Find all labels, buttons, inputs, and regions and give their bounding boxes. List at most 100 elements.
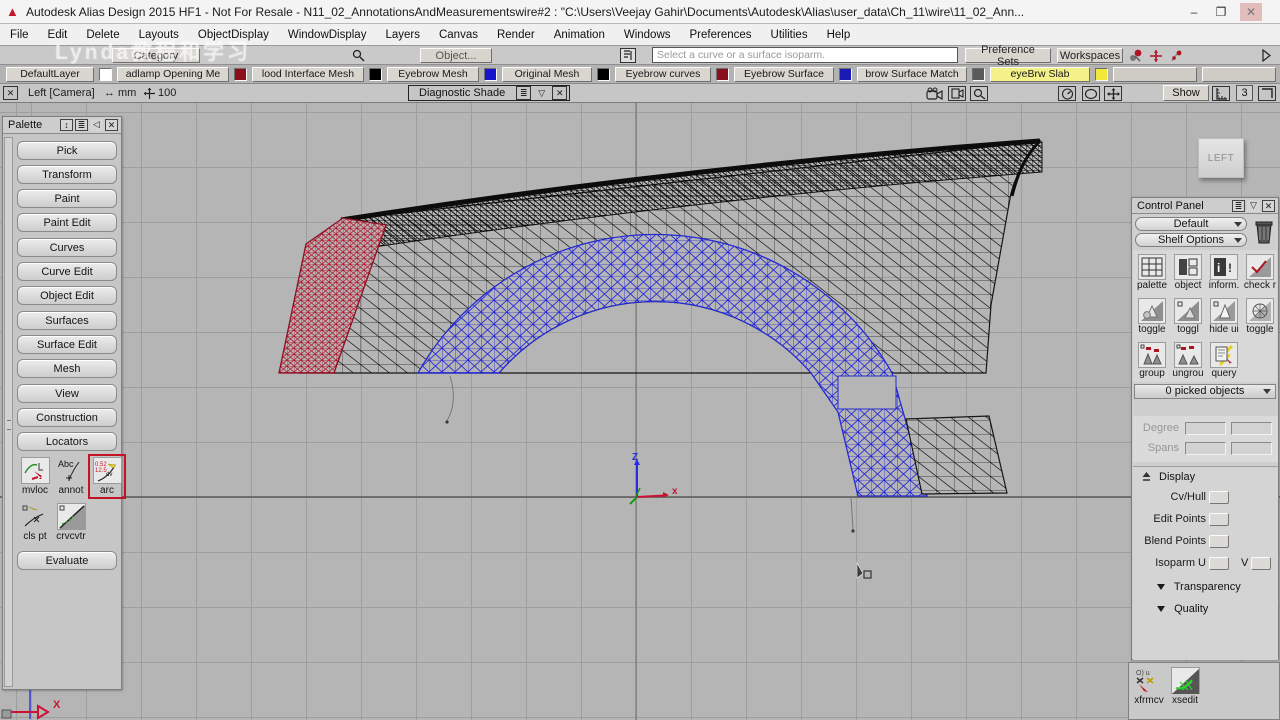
ruler-icon[interactable] <box>1212 86 1230 101</box>
quality-label[interactable]: Quality <box>1174 603 1208 615</box>
paint-tool-icon[interactable] <box>1128 48 1144 63</box>
layer-headlamp-opening[interactable]: adlamp Opening Me <box>117 66 229 82</box>
camera-box-icon[interactable] <box>948 86 966 101</box>
tool-xfrmcv[interactable]: O) u xfrmcv <box>1133 667 1165 706</box>
palette-tab-surfaces[interactable]: Surfaces <box>17 311 117 330</box>
maximize-button[interactable]: ❐ <box>1210 3 1232 21</box>
palette-tab-curve-edit[interactable]: Curve Edit <box>17 262 117 281</box>
object-lister-button[interactable]: Object... <box>420 48 492 63</box>
tool-cls-pt[interactable]: cls pt <box>19 503 51 542</box>
palette-tab-locators[interactable]: Locators <box>17 432 117 451</box>
construction-curve-left[interactable] <box>446 375 454 422</box>
shelf-options-dropdown[interactable]: Shelf Options <box>1135 233 1247 247</box>
degree-field-1[interactable] <box>1185 422 1226 435</box>
cp-dropdown-icon[interactable]: ▽ <box>1247 199 1260 212</box>
shelf-tool-toggle-mesh[interactable]: toggle <box>1243 298 1277 335</box>
shelf-tool-query[interactable]: query <box>1207 342 1241 379</box>
shelf-tool-toggle-wire[interactable]: toggl <box>1171 298 1205 335</box>
menu-render[interactable]: Render <box>497 29 535 41</box>
layer-swatch[interactable] <box>597 67 610 81</box>
layer-swatch[interactable] <box>716 67 729 81</box>
shelf-tool-toggle-shade[interactable]: toggle <box>1135 298 1169 335</box>
view-name-label[interactable]: Left [Camera] <box>28 87 95 99</box>
minimize-button[interactable]: – <box>1183 3 1205 21</box>
palette-tab-surface-edit[interactable]: Surface Edit <box>17 335 117 354</box>
menu-objectdisplay[interactable]: ObjectDisplay <box>198 29 269 41</box>
zoom-magnifier-icon[interactable] <box>970 86 988 101</box>
layer-swatch[interactable] <box>99 67 112 81</box>
menu-help[interactable]: Help <box>827 29 851 41</box>
menu-file[interactable]: File <box>10 29 29 41</box>
shelf-tool-object[interactable]: object <box>1171 254 1205 291</box>
shade-list-icon[interactable]: ≣ <box>516 86 532 100</box>
prompt-line-input[interactable]: Select a curve or a surface isoparm. <box>652 47 958 63</box>
shade-dropdown-icon[interactable]: ▽ <box>534 86 550 100</box>
pick-tool-icon[interactable] <box>1168 48 1184 63</box>
grid-move-icon[interactable] <box>140 86 158 101</box>
shade-close-icon[interactable]: ✕ <box>552 86 568 100</box>
precision-button[interactable]: 3 <box>1236 85 1253 101</box>
layer-swatch[interactable] <box>1095 67 1108 81</box>
window-marker-icon[interactable]: ✕ <box>3 86 18 100</box>
pan-move-icon[interactable] <box>1104 86 1122 101</box>
menu-preferences[interactable]: Preferences <box>690 29 752 41</box>
camera-icon[interactable] <box>925 86 943 101</box>
menu-layouts[interactable]: Layouts <box>139 29 179 41</box>
layer-eyebrow-surface[interactable]: Eyebrow Surface <box>734 66 834 82</box>
layer-swatch[interactable] <box>839 67 852 81</box>
preset-dropdown[interactable]: Default <box>1135 217 1247 231</box>
layer-eyebrow-mesh[interactable]: Eyebrow Mesh <box>387 66 479 82</box>
menu-layers[interactable]: Layers <box>385 29 420 41</box>
palette-scrollbar[interactable] <box>4 137 13 687</box>
ellipse-icon[interactable] <box>1082 86 1100 101</box>
menu-canvas[interactable]: Canvas <box>439 29 478 41</box>
palette-tab-evaluate[interactable]: Evaluate <box>17 551 117 570</box>
transparency-arrow-icon[interactable] <box>1157 584 1165 590</box>
layer-defaultlayer[interactable]: DefaultLayer <box>6 66 94 82</box>
picked-objects-bar[interactable]: 0 picked objects <box>1134 384 1276 399</box>
menu-utilities[interactable]: Utilities <box>771 29 808 41</box>
degree-field-2[interactable] <box>1231 422 1272 435</box>
black-mesh-patch[interactable] <box>905 415 1008 495</box>
close-button[interactable]: ✕ <box>1240 3 1262 21</box>
tool-mvloc[interactable]: mvloc <box>19 457 51 496</box>
palette-tab-paint[interactable]: Paint <box>17 189 117 208</box>
preference-sets-button[interactable]: Preference Sets <box>965 44 1051 68</box>
layer-eyebrw-slab[interactable]: eyeBrw Slab <box>990 66 1090 82</box>
shelf-tool-group[interactable]: group <box>1135 342 1169 379</box>
expand-toolbar-icon[interactable] <box>1258 48 1274 63</box>
transparency-label[interactable]: Transparency <box>1174 581 1241 593</box>
shelf-tool-hide-unselected[interactable]: hide ui <box>1207 298 1241 335</box>
shelf-tool-palette[interactable]: palette <box>1135 254 1169 291</box>
transform-tool-icon[interactable] <box>1148 48 1164 63</box>
isoparm-v-checkbox[interactable] <box>1251 557 1271 570</box>
layer-swatch[interactable] <box>484 67 497 81</box>
diagnostic-shade-button[interactable]: Diagnostic Shade <box>411 87 513 99</box>
menu-delete[interactable]: Delete <box>86 29 119 41</box>
edit-points-checkbox[interactable] <box>1209 513 1229 526</box>
layer-swatch[interactable] <box>234 67 247 81</box>
quality-arrow-icon[interactable] <box>1157 606 1165 612</box>
display-expand-icon[interactable] <box>1141 472 1152 486</box>
shelf-tool-ungroup[interactable]: ungrou <box>1171 342 1205 379</box>
view-cube-left-label[interactable]: LEFT <box>1198 138 1244 178</box>
palette-tab-view[interactable]: View <box>17 384 117 403</box>
menu-animation[interactable]: Animation <box>554 29 605 41</box>
layer-hood-interface[interactable]: lood Interface Mesh <box>252 66 364 82</box>
shelf-tool-check-model[interactable]: check r <box>1243 254 1277 291</box>
layer-swatch[interactable] <box>972 67 985 81</box>
shelf-tool-information[interactable]: i! inform. <box>1207 254 1241 291</box>
tool-xsedit[interactable]: xsedit <box>1169 667 1201 706</box>
palette-tab-mesh[interactable]: Mesh <box>17 359 117 378</box>
viewport[interactable]: Z x X LEFT <box>0 103 1280 720</box>
blend-points-checkbox[interactable] <box>1209 535 1229 548</box>
layer-brow-surface-match[interactable]: brow Surface Match <box>857 66 967 82</box>
layer-eyebrow-curves[interactable]: Eyebrow curves <box>615 66 711 82</box>
cp-menu-icon[interactable]: ≣ <box>1232 199 1245 212</box>
palette-tab-construction[interactable]: Construction <box>17 408 117 427</box>
layer-original-mesh[interactable]: Original Mesh <box>502 66 592 82</box>
construction-curve-right[interactable] <box>850 496 854 531</box>
tool-annot[interactable]: Abc annot <box>55 457 87 496</box>
spans-field-2[interactable] <box>1231 442 1272 455</box>
isoparm-u-checkbox[interactable] <box>1209 557 1229 570</box>
